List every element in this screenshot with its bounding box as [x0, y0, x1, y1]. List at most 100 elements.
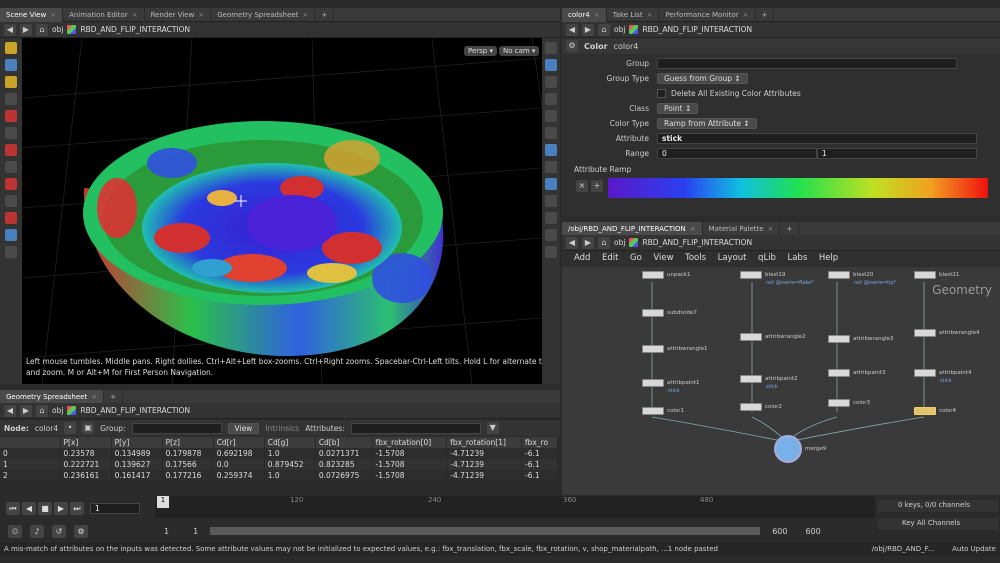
view-menu[interactable]: View — [227, 422, 260, 434]
node-attribpaint3[interactable]: attribpaint3 — [828, 369, 886, 377]
forward-arrow-icon[interactable]: ▶ — [20, 23, 32, 36]
menu-tools[interactable]: Tools — [685, 253, 706, 263]
snapshot-icon[interactable] — [545, 212, 557, 224]
normals-icon[interactable] — [545, 195, 557, 207]
back-arrow-icon[interactable]: ◀ — [4, 404, 16, 417]
vis-icon[interactable] — [545, 229, 557, 241]
key-all-channels[interactable]: Key All Channels — [878, 518, 998, 530]
range-max-input[interactable]: 1 — [817, 148, 977, 159]
paint-tool-icon[interactable] — [5, 144, 17, 156]
range-min-input[interactable]: 0 — [657, 148, 817, 159]
node-color1[interactable]: color1 — [642, 407, 684, 415]
node-blast19[interactable]: blast19 not @name=flake* — [740, 271, 814, 286]
add-key-icon[interactable]: + — [591, 180, 603, 192]
ghost-icon[interactable] — [545, 59, 557, 71]
add-tab-button[interactable]: + — [315, 7, 335, 22]
attribute-input[interactable]: stick — [657, 133, 977, 144]
tab-render-view[interactable]: Render View × — [145, 7, 212, 22]
node-blast21[interactable]: blast21 — [914, 271, 959, 279]
handle-tool-icon[interactable] — [5, 76, 17, 88]
path-node[interactable]: RBD_AND_FLIP_INTERACTION — [80, 25, 190, 34]
back-arrow-icon[interactable]: ◀ — [566, 236, 578, 249]
node-unpack1[interactable]: unpack1 — [642, 271, 691, 279]
home-icon[interactable]: ⌂ — [36, 23, 48, 36]
points-icon[interactable] — [545, 178, 557, 190]
home-icon[interactable]: ⌂ — [36, 404, 48, 417]
points-mode-icon[interactable]: • — [64, 422, 77, 434]
tab-animation-editor[interactable]: Animation Editor × — [63, 7, 145, 22]
menu-help[interactable]: Help — [819, 253, 838, 263]
network-canvas[interactable]: Geometry unpack1 subdivide7 attribwrangle1… — [562, 267, 1000, 495]
add-spreadsheet-tab[interactable]: + — [104, 389, 123, 404]
settings-icon[interactable]: ⚙ — [74, 524, 88, 538]
camera-tool-icon[interactable] — [5, 178, 17, 190]
persp-menu[interactable]: Persp ▾ — [464, 46, 497, 56]
forward-arrow-icon[interactable]: ▶ — [20, 404, 32, 417]
remove-key-icon[interactable]: × — [576, 180, 588, 192]
step-back-button[interactable]: ◀ — [22, 501, 36, 515]
pose-tool-icon[interactable] — [5, 93, 17, 105]
timeline-track[interactable]: 1 120 240 360 480 — [155, 496, 875, 518]
add-tab-button[interactable]: + — [780, 221, 800, 236]
current-frame-marker[interactable]: 1 — [157, 496, 169, 508]
shading-icon[interactable] — [545, 127, 557, 139]
path-node[interactable]: RBD_AND_FLIP_INTERACTION — [80, 406, 190, 415]
jump-start-button[interactable]: ⏮ — [6, 501, 20, 515]
color-type-select[interactable]: Ramp from Attribute ↕ — [657, 118, 757, 129]
tab-take-list[interactable]: Take List × — [607, 7, 660, 22]
node-subdivide7[interactable]: subdivide7 — [642, 309, 697, 317]
group-field[interactable] — [131, 422, 222, 434]
render-tool-icon[interactable] — [5, 229, 17, 241]
status-path[interactable]: /obj/RBD_AND_F... — [872, 545, 934, 553]
group-type-select[interactable]: Guess from Group ↕ — [657, 73, 748, 84]
forward-arrow-icon[interactable]: ▶ — [582, 236, 594, 249]
forward-arrow-icon[interactable]: ▶ — [582, 23, 594, 36]
step-forward-button[interactable]: ⏭ — [70, 501, 84, 515]
cam-lock-icon[interactable] — [545, 93, 557, 105]
filter-icon[interactable]: ▼ — [486, 422, 499, 434]
range-start-inner[interactable]: 1 — [193, 527, 198, 536]
tab-performance-monitor[interactable]: Performance Monitor × — [659, 7, 756, 22]
menu-go[interactable]: Go — [630, 253, 642, 263]
loop-icon[interactable]: ↺ — [52, 524, 66, 538]
audio-icon[interactable]: ♪ — [30, 524, 44, 538]
tab-scene-view[interactable]: Scene View × — [0, 7, 64, 22]
class-select[interactable]: Point ↕ — [657, 103, 699, 114]
node-color4[interactable]: color4 — [914, 407, 956, 415]
table-row[interactable]: 2 0.236161 0.161417 0.177216 0.259374 1.0 0.07… — [0, 470, 558, 481]
snap-tool-icon[interactable] — [5, 161, 17, 173]
select-tool-icon[interactable] — [5, 42, 17, 54]
light-bulb-icon[interactable] — [545, 144, 557, 156]
light-tool-icon[interactable] — [5, 195, 17, 207]
node-attribpaint1[interactable]: attribpaint1 stick — [642, 379, 700, 394]
display-options-icon[interactable] — [545, 42, 557, 54]
group-tool-icon[interactable] — [5, 246, 17, 258]
tab-network[interactable]: /obj/RBD_AND_FLIP_INTERACTION × — [562, 221, 703, 236]
grid-icon[interactable] — [545, 246, 557, 258]
menu-view[interactable]: View — [653, 253, 673, 263]
stop-button[interactable]: ■ — [38, 501, 52, 515]
play-button[interactable]: ▶ — [54, 501, 68, 515]
node-name-field[interactable]: color4 — [614, 42, 639, 51]
range-start[interactable]: 1 — [164, 527, 169, 536]
node-attribwrangle1[interactable]: attribwrangle1 — [642, 345, 707, 353]
range-end-inner[interactable]: 600 — [772, 527, 787, 536]
add-tab-button[interactable]: + — [756, 7, 775, 22]
range-end[interactable]: 600 — [805, 527, 820, 536]
frame-field[interactable]: 1 — [90, 502, 140, 514]
node-color3[interactable]: color3 — [828, 399, 870, 407]
gear-icon[interactable]: ⚙ — [566, 40, 578, 52]
color-mode-icon[interactable]: ▣ — [82, 422, 95, 434]
node-attribpaint4[interactable]: attribpaint4 stick — [914, 369, 972, 384]
wire-icon[interactable] — [545, 161, 557, 173]
path-obj[interactable]: obj — [52, 406, 63, 415]
path-obj[interactable]: obj — [614, 25, 625, 34]
menu-add[interactable]: Add — [574, 253, 590, 263]
tab-spreadsheet[interactable]: Geometry Spreadsheet × — [0, 389, 105, 404]
node-value[interactable]: color4 — [35, 424, 58, 433]
home-icon[interactable]: ⌂ — [598, 236, 610, 249]
path-obj[interactable]: obj — [52, 25, 63, 34]
group-input[interactable] — [657, 58, 957, 69]
menu-layout[interactable]: Layout — [718, 253, 747, 263]
range-slider[interactable] — [210, 527, 761, 535]
